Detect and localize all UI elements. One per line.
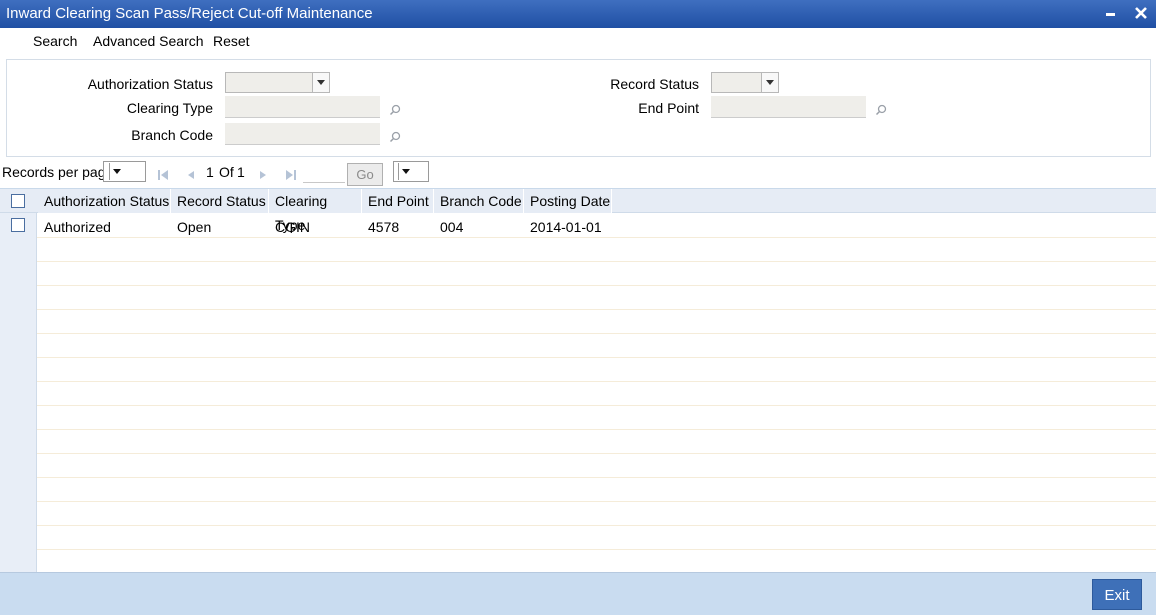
- row-divider: [37, 453, 1156, 454]
- last-page-icon[interactable]: [284, 168, 298, 182]
- chevron-down-icon: [312, 73, 329, 92]
- window-titlebar: Inward Clearing Scan Pass/Reject Cut-off…: [0, 0, 1156, 28]
- end-point-label: End Point: [638, 100, 699, 116]
- magnifier-icon[interactable]: [389, 103, 401, 116]
- magnifier-icon[interactable]: [875, 103, 887, 116]
- record-status-label: Record Status: [610, 76, 699, 92]
- row-divider: [37, 333, 1156, 334]
- results-table: Authorization Status Record Status Clear…: [0, 188, 1156, 572]
- row-divider: [37, 285, 1156, 286]
- table-cell: 2014-01-01: [530, 219, 602, 235]
- current-page: 1: [206, 164, 214, 180]
- chevron-down-icon: [398, 163, 413, 180]
- row-divider: [37, 309, 1156, 310]
- column-header[interactable]: Posting Date: [524, 189, 612, 213]
- row-divider: [37, 429, 1156, 430]
- row-selector-column: [0, 189, 37, 572]
- search-criteria-panel: Authorization Status Clearing Type Branc…: [6, 59, 1151, 157]
- reset-menu-item[interactable]: Reset: [213, 33, 250, 49]
- row-divider: [37, 261, 1156, 262]
- advanced-search-menu-item[interactable]: Advanced Search: [93, 33, 204, 49]
- column-header[interactable]: Branch Code: [434, 189, 524, 213]
- authorization-status-select[interactable]: [225, 72, 330, 93]
- pagination-bar: Records per page 15 1 Of 1 Go 0: [0, 160, 1156, 188]
- branch-code-input[interactable]: [225, 123, 380, 145]
- clearing-type-label: Clearing Type: [126, 100, 213, 116]
- column-header[interactable]: End Point: [362, 189, 434, 213]
- footer-bar: Exit: [0, 572, 1156, 615]
- close-icon[interactable]: [1130, 2, 1152, 24]
- chevron-down-icon: [109, 163, 124, 180]
- end-point-input[interactable]: [711, 96, 866, 118]
- table-cell: Authorized: [44, 219, 111, 235]
- records-per-page-label: Records per page: [2, 164, 114, 180]
- prev-page-icon[interactable]: [184, 168, 198, 182]
- table-cell: Open: [177, 219, 212, 235]
- table-header: Authorization Status Record Status Clear…: [0, 189, 1156, 233]
- table-cell: CGIN: [275, 219, 310, 235]
- authorization-status-label: Authorization Status: [87, 76, 213, 92]
- row-divider: [37, 477, 1156, 478]
- branch-code-label: Branch Code: [131, 127, 213, 143]
- magnifier-icon[interactable]: [389, 130, 401, 143]
- row-divider: [37, 501, 1156, 502]
- row-divider: [37, 237, 1156, 238]
- row-divider: [37, 525, 1156, 526]
- window-title: Inward Clearing Scan Pass/Reject Cut-off…: [6, 5, 373, 22]
- row-divider: [37, 381, 1156, 382]
- row-divider: [37, 357, 1156, 358]
- clearing-type-input[interactable]: [225, 96, 380, 118]
- column-header[interactable]: Authorization Status: [38, 189, 171, 213]
- minimize-icon[interactable]: [1100, 2, 1122, 24]
- total-pages: 1: [237, 164, 245, 180]
- record-status-select[interactable]: [711, 72, 779, 93]
- menu-bar: Search Advanced Search Reset: [0, 28, 1156, 54]
- search-menu-item[interactable]: Search: [33, 33, 77, 49]
- column-header[interactable]: Record Status: [171, 189, 269, 213]
- go-to-page-input[interactable]: [303, 163, 345, 183]
- of-label: Of: [219, 164, 234, 180]
- go-button[interactable]: Go: [347, 163, 383, 186]
- select-all-checkbox[interactable]: [11, 194, 25, 208]
- row-divider: [37, 405, 1156, 406]
- row-divider: [37, 549, 1156, 550]
- column-header[interactable]: Clearing Type: [269, 189, 362, 233]
- next-page-icon[interactable]: [256, 168, 270, 182]
- table-cell: 004: [440, 219, 464, 235]
- page-select[interactable]: 0: [393, 161, 429, 182]
- first-page-icon[interactable]: [156, 168, 170, 182]
- chevron-down-icon: [761, 73, 778, 92]
- records-per-page-select[interactable]: 15: [103, 161, 146, 182]
- table-cell: 4578: [368, 219, 400, 235]
- exit-button[interactable]: Exit: [1092, 579, 1142, 610]
- row-checkbox[interactable]: [11, 218, 25, 232]
